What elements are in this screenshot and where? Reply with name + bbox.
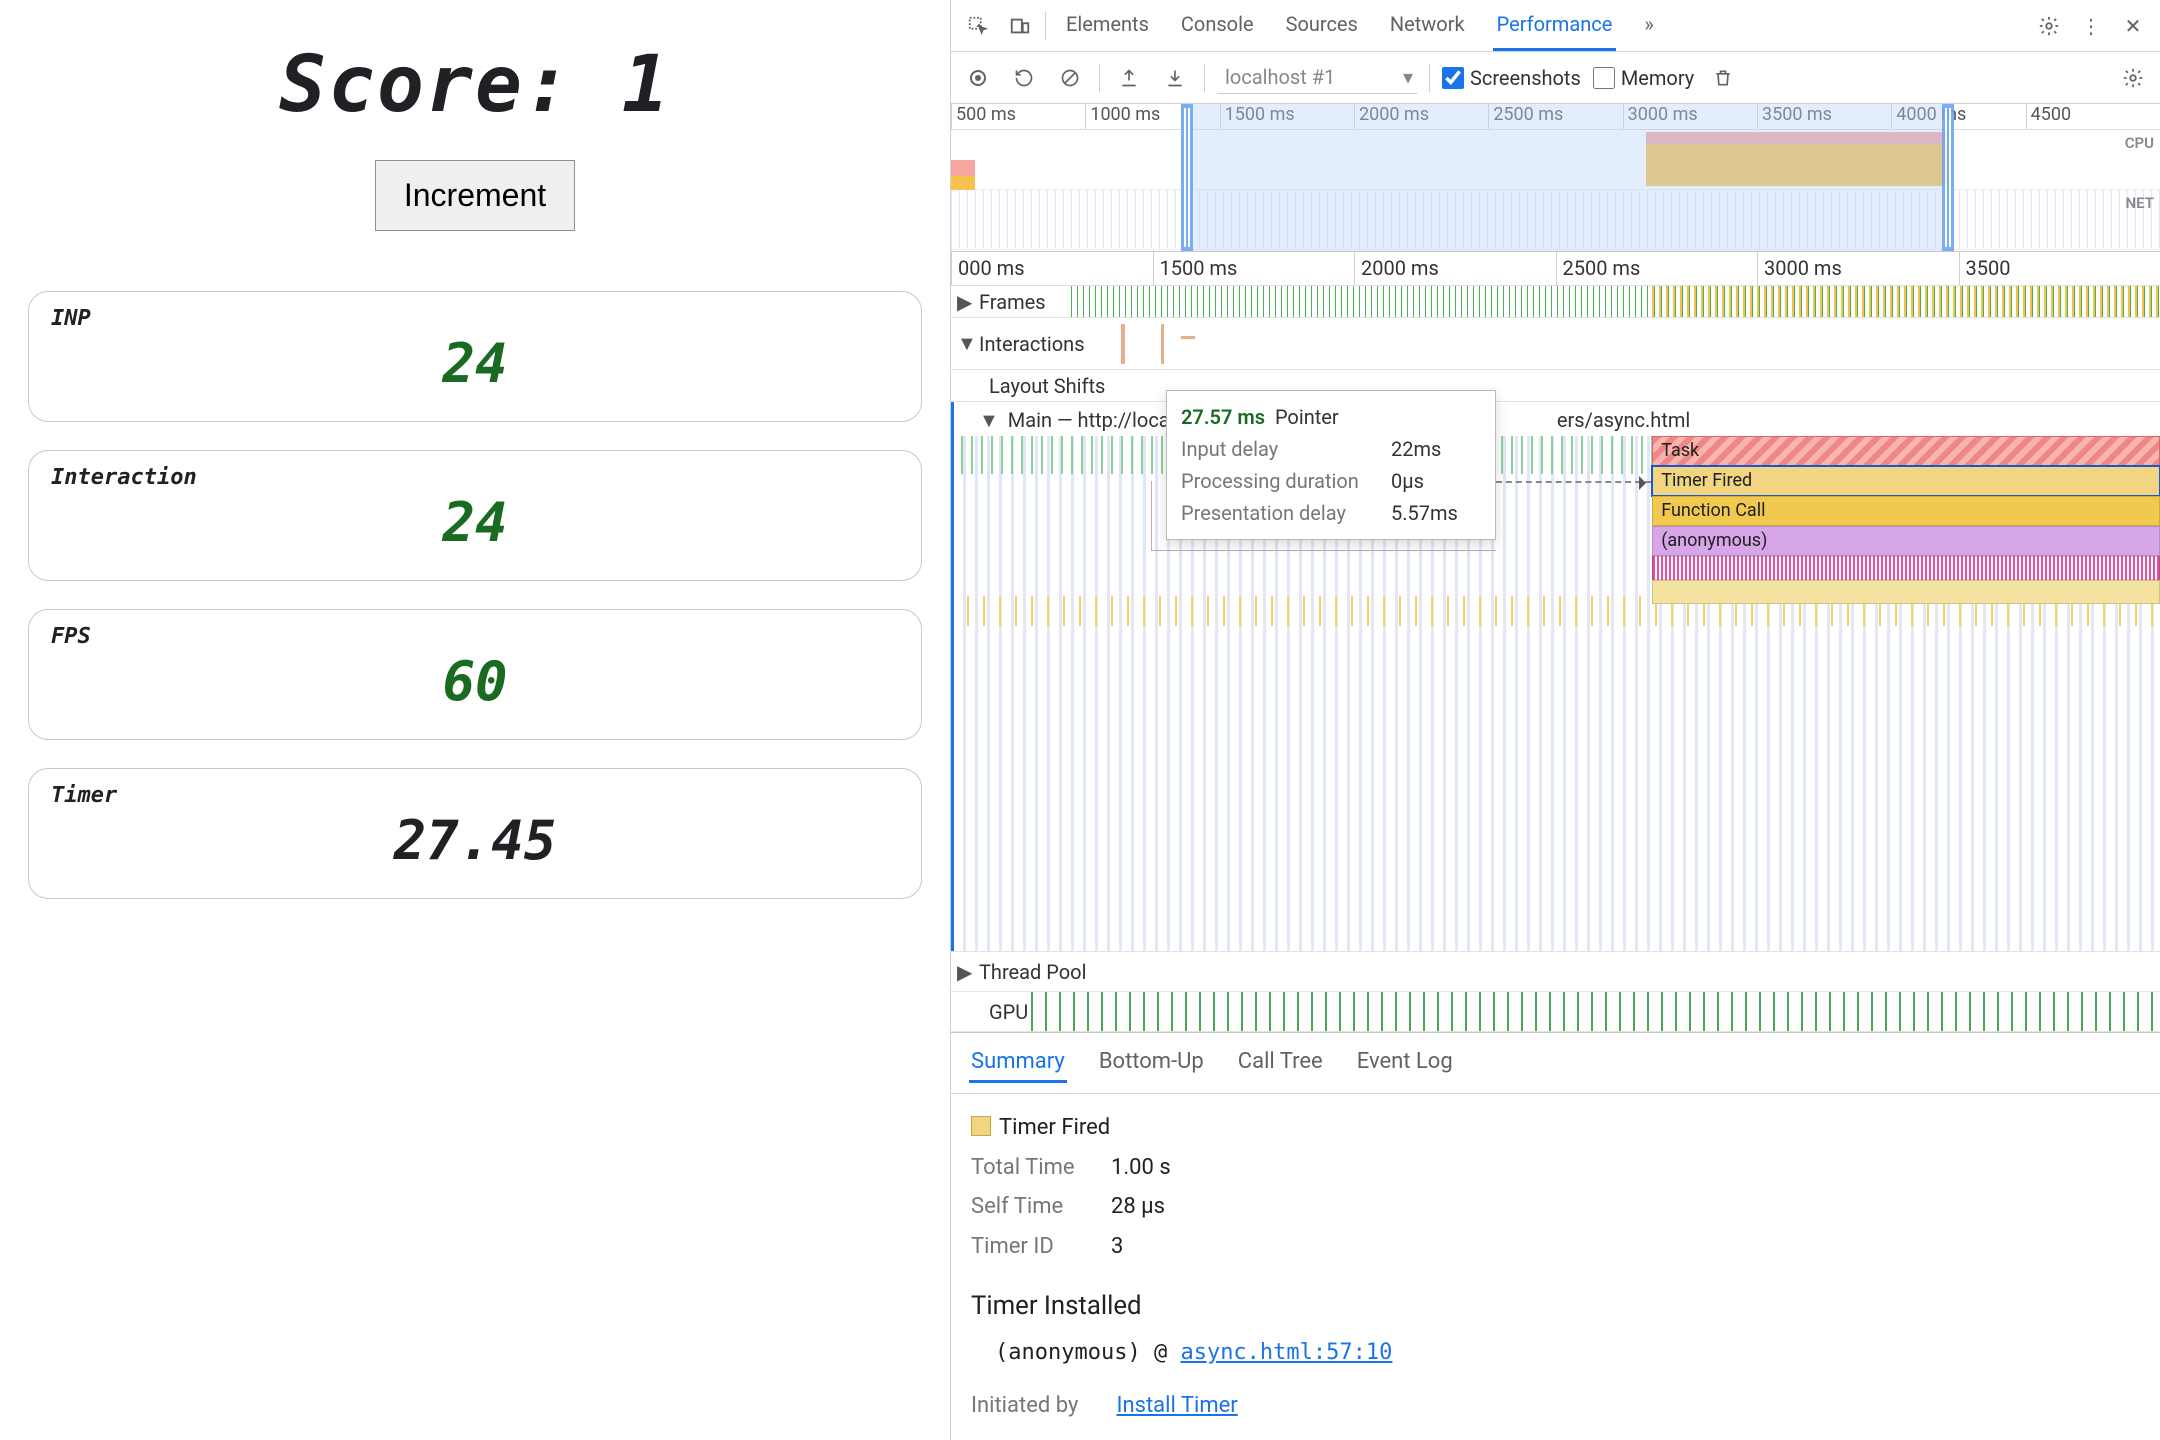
tab-summary[interactable]: Summary [969,1043,1067,1083]
cpu-label: CPU [2125,134,2154,152]
app-pane: Score: 1 Increment INP 24 Interaction 24… [0,0,950,1440]
screenshots-checkbox[interactable]: Screenshots [1442,66,1581,90]
flame-bar-function-call[interactable]: Function Call [1652,496,2160,526]
download-icon[interactable] [1158,61,1192,95]
tooltip-duration: 27.57 ms [1181,405,1265,429]
tab-more[interactable]: » [1640,0,1657,51]
timer-label: Timer [51,783,117,808]
summary-timer-id: 3 [1111,1234,1123,1259]
interactions-track[interactable]: ▼ Interactions [951,318,2160,370]
clear-icon[interactable] [1053,61,1087,95]
installed-fn: (anonymous) [995,1340,1141,1365]
score-display: Score: 1 [279,40,671,130]
capture-settings-icon[interactable] [2116,61,2150,95]
frames-label: Frames [979,290,1046,314]
flame-ruler: 000 ms 1500 ms 2000 ms 2500 ms 3000 ms 3… [951,252,2160,286]
thread-pool-label: Thread Pool [979,960,1086,984]
gpu-label: GPU [989,1000,1028,1024]
recording-dropdown[interactable]: localhost #1 [1217,61,1417,94]
memory-input[interactable] [1593,67,1615,89]
inp-label: INP [51,306,91,331]
device-toggle-icon[interactable] [1003,9,1037,43]
increment-button[interactable]: Increment [375,160,575,231]
initiator-link[interactable]: Install Timer [1116,1393,1237,1418]
fps-card: FPS 60 [28,609,922,740]
thread-pool-track[interactable]: ▶ Thread Pool [951,952,2160,992]
devtools-toolbar: Elements Console Sources Network Perform… [951,0,2160,52]
tooltip-name: Pointer [1275,405,1339,429]
settings-icon[interactable] [2032,9,2066,43]
tab-console[interactable]: Console [1177,0,1258,51]
kebab-icon[interactable]: ⋮ [2074,9,2108,43]
flame-bar-timer-fired[interactable]: Timer Fired [1652,466,2160,496]
devtools-pane: Elements Console Sources Network Perform… [950,0,2160,1440]
reload-icon[interactable] [1007,61,1041,95]
main-track[interactable]: ▼ Main — http://localho ers/async.html T… [951,402,2160,952]
overview-timeline[interactable]: 500 ms 1000 ms 1500 ms 2000 ms 2500 ms 3… [951,104,2160,252]
timer-installed-heading: Timer Installed [971,1283,2140,1329]
timer-value: 27.45 [51,809,899,872]
tab-performance[interactable]: Performance [1493,0,1617,51]
inp-value: 24 [51,332,899,395]
summary-self-time: 28 µs [1111,1194,1165,1219]
gc-icon[interactable] [1706,61,1740,95]
initiator-arrow [1496,481,1651,483]
chevron-down-icon[interactable]: ▼ [979,408,999,432]
summary-panel: Timer Fired Total Time1.00 s Self Time28… [951,1094,2160,1440]
tab-event-log[interactable]: Event Log [1355,1043,1455,1083]
timer-card: Timer 27.45 [28,768,922,899]
overview-handle-left[interactable] [1181,104,1193,251]
inspect-icon[interactable] [961,9,995,43]
summary-total-time: 1.00 s [1111,1155,1171,1180]
gpu-track[interactable]: GPU [951,992,2160,1032]
overview-handle-right[interactable] [1942,104,1954,251]
flame-bar-microtasks[interactable] [1652,556,2160,580]
frames-track[interactable]: ▶ Frames [951,286,2160,318]
interaction-label: Interaction [51,465,197,490]
fps-value: 60 [51,650,899,713]
metric-cards: INP 24 Interaction 24 FPS 60 Timer 27.45 [28,291,922,899]
summary-title: Timer Fired [999,1115,1110,1140]
upload-icon[interactable] [1112,61,1146,95]
fps-label: FPS [51,624,91,649]
inp-card: INP 24 [28,291,922,422]
tab-bottom-up[interactable]: Bottom-Up [1097,1043,1206,1083]
tab-elements[interactable]: Elements [1062,0,1153,51]
layout-shifts-label: Layout Shifts [989,374,1105,398]
layout-shifts-track[interactable]: Layout Shifts [951,370,2160,402]
flame-bar-anonymous[interactable]: (anonymous) [1652,526,2160,556]
interactions-label: Interactions [979,332,1085,356]
main-label-suffix: ers/async.html [1557,408,1690,432]
score-value: 1 [622,40,671,130]
interaction-tooltip: 27.57 ms Pointer Input delay22ms Process… [1166,390,1496,540]
summary-swatch [971,1116,991,1136]
tab-sources[interactable]: Sources [1282,0,1362,51]
close-icon[interactable]: ✕ [2116,9,2150,43]
interaction-card: Interaction 24 [28,450,922,581]
score-label: Score: [279,40,573,130]
tab-call-tree[interactable]: Call Tree [1236,1043,1325,1083]
flame-bar-task[interactable]: Task [1652,436,2160,466]
source-link[interactable]: async.html:57:10 [1180,1340,1392,1365]
devtools-tabs: Elements Console Sources Network Perform… [1062,0,1658,51]
interaction-value: 24 [51,491,899,554]
screenshots-input[interactable] [1442,67,1464,89]
chevron-down-icon[interactable]: ▼ [957,331,977,356]
chevron-right-icon[interactable]: ▶ [957,290,972,314]
performance-toolbar: localhost #1 Screenshots Memory [951,52,2160,104]
memory-checkbox[interactable]: Memory [1593,66,1694,90]
chevron-right-icon[interactable]: ▶ [957,960,972,984]
tab-network[interactable]: Network [1386,0,1469,51]
details-tabs: Summary Bottom-Up Call Tree Event Log [951,1033,2160,1094]
flamechart[interactable]: 000 ms 1500 ms 2000 ms 2500 ms 3000 ms 3… [951,252,2160,1033]
flame-bar-misc[interactable] [1652,580,2160,604]
net-label: NET [2126,194,2154,212]
record-icon[interactable] [961,61,995,95]
